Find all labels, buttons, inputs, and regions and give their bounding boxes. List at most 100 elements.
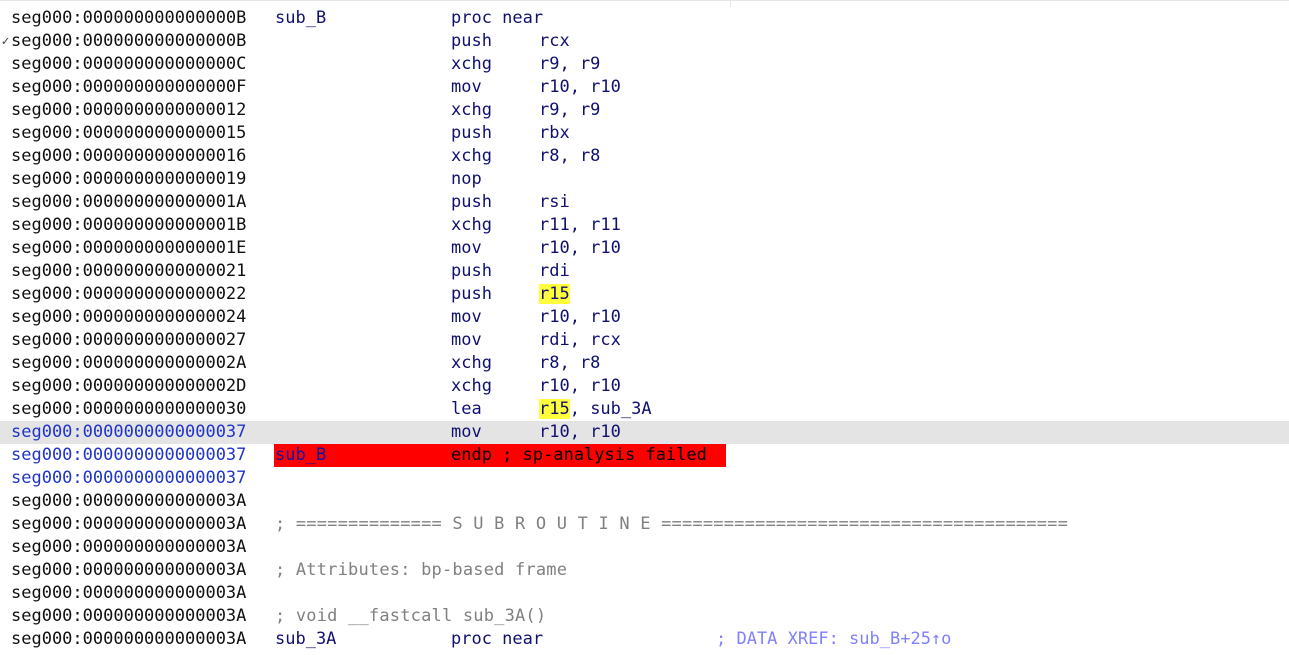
operands[interactable]: r15 <box>539 283 570 306</box>
address[interactable]: seg000:0000000000000019 <box>11 168 246 191</box>
mnemonic[interactable]: xchg <box>451 99 492 122</box>
function-label[interactable]: sub_B <box>275 444 326 467</box>
listing-line[interactable]: seg000:000000000000003A ; void __fastcall… <box>0 605 1289 628</box>
mnemonic[interactable]: lea <box>451 398 482 421</box>
operands[interactable]: rsi <box>539 191 570 214</box>
address[interactable]: seg000:000000000000001E <box>11 237 246 260</box>
operands[interactable]: r10, r10 <box>539 421 621 444</box>
operands[interactable]: r9, r9 <box>539 53 600 76</box>
address[interactable]: seg000:000000000000001B <box>11 214 246 237</box>
mnemonic[interactable]: push <box>451 191 492 214</box>
listing-line[interactable]: seg000:000000000000003A sub_3A proc near ; … <box>0 628 1289 651</box>
mnemonic[interactable]: mov <box>451 237 482 260</box>
mnemonic[interactable]: mov <box>451 421 482 444</box>
address[interactable]: seg000:0000000000000037 <box>11 421 246 444</box>
listing-line[interactable]: seg000:000000000000003A <box>0 536 1289 559</box>
mnemonic[interactable]: nop <box>451 168 482 191</box>
listing-line[interactable]: seg000:0000000000000021 push rdi <box>0 260 1289 283</box>
address[interactable]: seg000:0000000000000012 <box>11 99 246 122</box>
listing-line[interactable]: seg000:0000000000000015 push rbx <box>0 122 1289 145</box>
listing-line[interactable]: seg000:000000000000001A push rsi <box>0 191 1289 214</box>
address[interactable]: seg000:0000000000000015 <box>11 122 246 145</box>
listing-line[interactable]: seg000:0000000000000019 nop <box>0 168 1289 191</box>
mnemonic[interactable]: push <box>451 122 492 145</box>
mnemonic[interactable]: proc near <box>451 628 543 651</box>
address[interactable]: seg000:000000000000003A <box>11 490 246 513</box>
listing-line[interactable]: seg000:0000000000000030 lea r15, sub_3A <box>0 398 1289 421</box>
listing-line[interactable]: seg000:0000000000000024 mov r10, r10 <box>0 306 1289 329</box>
address[interactable]: seg000:000000000000003A <box>11 559 246 582</box>
current-listing-line[interactable]: seg000:0000000000000037 mov r10, r10 <box>0 421 1289 444</box>
address[interactable]: seg000:000000000000003A <box>11 605 246 628</box>
mnemonic[interactable]: push <box>451 260 492 283</box>
operands[interactable]: r10, r10 <box>539 306 621 329</box>
mnemonic[interactable]: mov <box>451 329 482 352</box>
address[interactable]: seg000:0000000000000021 <box>11 260 246 283</box>
listing-line[interactable]: seg000:000000000000002D xchg r10, r10 <box>0 375 1289 398</box>
listing-line[interactable]: seg000:000000000000003A <box>0 490 1289 513</box>
listing-line[interactable]: seg000:0000000000000022 push r15 <box>0 283 1289 306</box>
address[interactable]: seg000:000000000000000B <box>11 7 246 30</box>
listing-line[interactable]: seg000:0000000000000037 <box>0 467 1289 490</box>
listing-line[interactable]: seg000:0000000000000012 xchg r9, r9 <box>0 99 1289 122</box>
address[interactable]: seg000:000000000000002A <box>11 352 246 375</box>
mnemonic[interactable]: xchg <box>451 352 492 375</box>
mnemonic[interactable]: xchg <box>451 214 492 237</box>
address[interactable]: seg000:0000000000000022 <box>11 283 246 306</box>
address[interactable]: seg000:0000000000000027 <box>11 329 246 352</box>
address[interactable]: seg000:000000000000000B <box>11 30 246 53</box>
address[interactable]: seg000:000000000000003A <box>11 536 246 559</box>
address[interactable]: seg000:000000000000003A <box>11 582 246 605</box>
listing-line[interactable]: seg000:000000000000003A ; ============== … <box>0 513 1289 536</box>
mnemonic[interactable]: mov <box>451 76 482 99</box>
listing-line[interactable]: seg000:0000000000000027 mov rdi, rcx <box>0 329 1289 352</box>
mnemonic[interactable]: xchg <box>451 53 492 76</box>
mnemonic[interactable]: mov <box>451 306 482 329</box>
function-label[interactable]: sub_B <box>275 7 326 30</box>
operands[interactable]: r10, r10 <box>539 237 621 260</box>
address[interactable]: seg000:000000000000001A <box>11 191 246 214</box>
function-label[interactable]: sub_3A <box>275 628 336 651</box>
endp-error-text[interactable]: endp ; sp-analysis failed <box>451 444 707 467</box>
listing-line[interactable]: seg000:000000000000002A xchg r8, r8 <box>0 352 1289 375</box>
address[interactable]: seg000:000000000000003A <box>11 513 246 536</box>
address[interactable]: seg000:0000000000000024 <box>11 306 246 329</box>
operands[interactable]: rcx <box>539 30 570 53</box>
listing-line[interactable]: ✓ seg000:000000000000000B push rcx <box>0 30 1289 53</box>
highlighted-register[interactable]: r15 <box>539 399 570 419</box>
operands[interactable]: rdi <box>539 260 570 283</box>
listing-line[interactable]: seg000:000000000000001B xchg r11, r11 <box>0 214 1289 237</box>
listing-line[interactable]: seg000:000000000000000C xchg r9, r9 <box>0 53 1289 76</box>
operands[interactable]: rdi, rcx <box>539 329 621 352</box>
mnemonic[interactable]: proc near <box>451 7 543 30</box>
address[interactable]: seg000:0000000000000030 <box>11 398 246 421</box>
address[interactable]: seg000:000000000000000F <box>11 76 246 99</box>
listing-line[interactable]: seg000:0000000000000037 sub_B endp ; sp-an… <box>0 444 1289 467</box>
operands[interactable]: rbx <box>539 122 570 145</box>
address[interactable]: seg000:0000000000000037 <box>11 444 246 467</box>
mnemonic[interactable]: xchg <box>451 375 492 398</box>
listing-line[interactable]: seg000:000000000000001E mov r10, r10 <box>0 237 1289 260</box>
xref-comment[interactable]: ; DATA XREF: sub_B+25↑o <box>716 628 951 651</box>
operands[interactable]: r10, r10 <box>539 76 621 99</box>
address[interactable]: seg000:000000000000003A <box>11 628 246 651</box>
mnemonic[interactable]: push <box>451 30 492 53</box>
listing-line[interactable]: seg000:0000000000000016 xchg r8, r8 <box>0 145 1289 168</box>
address[interactable]: seg000:000000000000000C <box>11 53 246 76</box>
listing-line[interactable]: seg000:000000000000000B sub_B proc near <box>0 7 1289 30</box>
listing-line[interactable]: seg000:000000000000003A ; Attributes: bp-… <box>0 559 1289 582</box>
operands[interactable]: r10, r10 <box>539 375 621 398</box>
listing-line[interactable]: seg000:000000000000003A <box>0 582 1289 605</box>
listing-line[interactable]: seg000:000000000000000F mov r10, r10 <box>0 76 1289 99</box>
operands[interactable]: r11, r11 <box>539 214 621 237</box>
operands[interactable]: r15, sub_3A <box>539 398 652 421</box>
address[interactable]: seg000:0000000000000037 <box>11 467 246 490</box>
address[interactable]: seg000:0000000000000016 <box>11 145 246 168</box>
address[interactable]: seg000:000000000000002D <box>11 375 246 398</box>
mnemonic[interactable]: push <box>451 283 492 306</box>
highlighted-register[interactable]: r15 <box>539 284 570 304</box>
mnemonic[interactable]: xchg <box>451 145 492 168</box>
operands[interactable]: r8, r8 <box>539 352 600 375</box>
operands[interactable]: r9, r9 <box>539 99 600 122</box>
operands[interactable]: r8, r8 <box>539 145 600 168</box>
